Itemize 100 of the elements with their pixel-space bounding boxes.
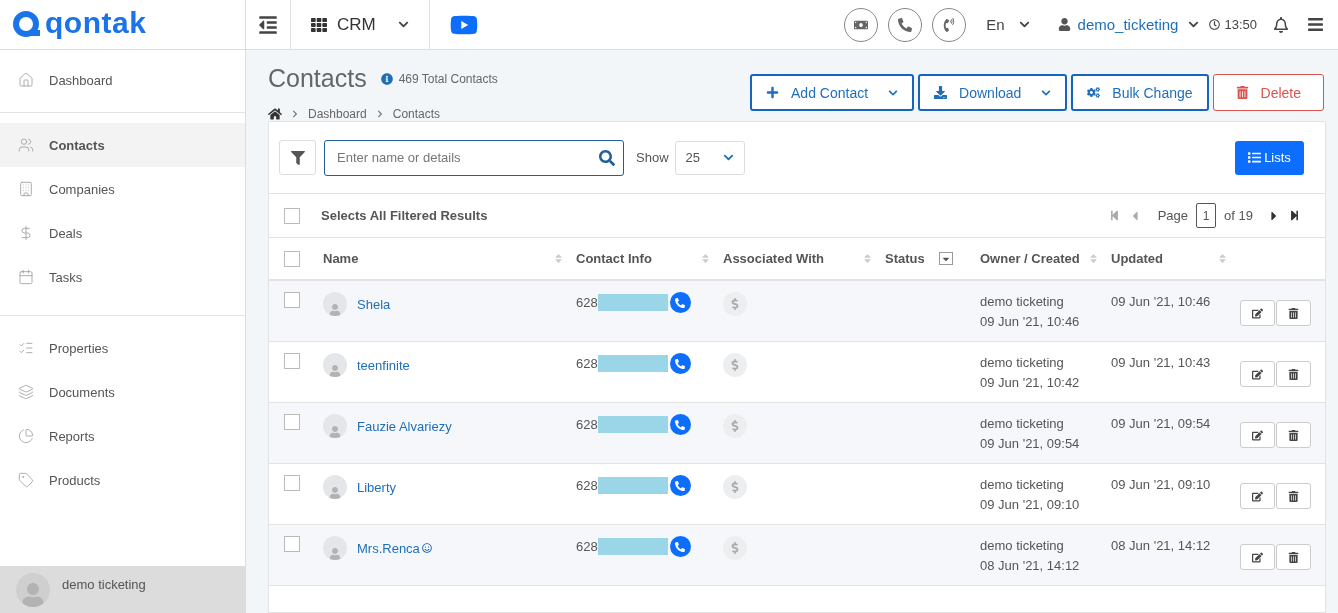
download-icon — [934, 86, 948, 99]
call-button[interactable] — [669, 475, 691, 496]
redaction-bar — [597, 538, 668, 555]
sidebar-item[interactable]: Reports — [0, 414, 245, 458]
call-button[interactable] — [669, 292, 691, 313]
layers-icon — [18, 384, 34, 400]
page-count: of 19 — [1224, 208, 1253, 223]
people-icon — [18, 137, 34, 153]
list-icon — [18, 340, 34, 356]
sidebar-item[interactable]: Products — [0, 458, 245, 502]
dropdown-icon[interactable] — [938, 252, 953, 265]
delete-row-button[interactable] — [1276, 422, 1311, 448]
edit-button[interactable] — [1240, 300, 1275, 326]
edit-button[interactable] — [1240, 422, 1275, 448]
menu-icon[interactable] — [1307, 16, 1324, 33]
search-field[interactable]: Enter name or details — [324, 139, 624, 176]
checkbox[interactable] — [284, 536, 300, 552]
checkbox[interactable] — [284, 353, 300, 369]
delete-row-button[interactable] — [1276, 544, 1311, 570]
phone-icon[interactable] — [888, 7, 923, 42]
action-button[interactable]: Download — [918, 74, 1068, 111]
delete-row-button[interactable] — [1276, 361, 1311, 387]
sidebar-item[interactable]: Dashboard — [0, 62, 245, 98]
avatar-icon — [323, 536, 347, 560]
action-button[interactable]: Add Contact — [750, 74, 915, 111]
sidebar-item[interactable]: Companies — [0, 167, 245, 211]
edit-button[interactable] — [1240, 544, 1275, 570]
edit-button[interactable] — [1240, 483, 1275, 509]
sidebar-item[interactable]: Contacts — [0, 123, 245, 167]
created-date: 09 Jun '21, 10:46 — [980, 313, 1081, 331]
phone-number: 628 — [576, 356, 598, 371]
breadcrumb-item[interactable]: Dashboard — [308, 107, 367, 121]
checkbox[interactable] — [284, 292, 300, 308]
plus-icon — [766, 86, 780, 99]
call-button[interactable] — [669, 353, 691, 374]
contact-name[interactable]: Fauzie Alvariezy — [357, 418, 452, 434]
filter-icon — [290, 150, 305, 165]
sidebar-toggle-icon[interactable] — [258, 14, 278, 35]
action-button[interactable]: Bulk Change — [1071, 74, 1209, 111]
column-header: Updated — [1111, 251, 1163, 266]
redaction-bar — [597, 477, 668, 494]
tag-icon — [18, 472, 34, 488]
bell-icon[interactable] — [1273, 16, 1289, 33]
trash-icon — [1288, 551, 1299, 563]
breadcrumb-item[interactable]: Contacts — [392, 107, 441, 121]
contact-name[interactable]: Mrs.Renca — [357, 540, 420, 556]
redaction-bar — [597, 294, 668, 311]
delete-button[interactable]: Delete — [1212, 74, 1324, 111]
page-size-select[interactable]: 25 — [674, 140, 745, 175]
call-list-icon[interactable] — [932, 7, 967, 42]
page-title: Contacts — [268, 64, 367, 93]
phone-icon — [675, 541, 686, 552]
filter-button[interactable] — [279, 140, 316, 175]
home-icon — [18, 72, 34, 88]
chevron-right-icon — [291, 110, 299, 118]
gears-icon — [1087, 86, 1101, 99]
column-header: Contact Info — [576, 251, 652, 266]
phone-icon — [675, 358, 686, 369]
language-select[interactable]: En — [986, 16, 1030, 33]
first-page-icon[interactable] — [1108, 210, 1120, 221]
chevron-down-icon — [397, 19, 409, 30]
lists-button[interactable]: Lists — [1235, 140, 1304, 175]
money-icon[interactable] — [844, 7, 879, 42]
delete-row-button[interactable] — [1276, 483, 1311, 509]
sidebar-item[interactable]: Deals — [0, 211, 245, 255]
sidebar-item[interactable]: Documents — [0, 370, 245, 414]
column-header: Status — [885, 251, 925, 266]
delete-row-button[interactable] — [1276, 300, 1311, 326]
contact-name[interactable]: Liberty — [357, 479, 397, 495]
dollar-icon — [18, 225, 34, 241]
last-page-icon[interactable] — [1289, 210, 1300, 221]
contact-name[interactable]: teenfinite — [357, 357, 410, 373]
contact-name[interactable]: Shela — [357, 296, 391, 312]
chevron-down-icon — [722, 152, 734, 163]
checkbox[interactable] — [284, 250, 300, 267]
owner-name: demo ticketing — [980, 293, 1065, 311]
page-number-field[interactable]: 1 — [1196, 203, 1217, 228]
created-date: 09 Jun '21, 10:42 — [980, 374, 1081, 392]
grid-icon — [311, 16, 327, 33]
page-label: Page — [1157, 208, 1189, 223]
app-switcher[interactable]: CRM — [337, 14, 376, 35]
logo-text: qontak — [45, 5, 147, 40]
edit-icon — [1252, 429, 1263, 441]
owner-name: demo ticketing — [980, 415, 1065, 433]
avatar-icon — [323, 414, 347, 438]
sidebar-item[interactable]: Tasks — [0, 255, 245, 299]
phone-icon — [675, 419, 686, 430]
sidebar-item[interactable]: Properties — [0, 326, 245, 370]
call-button[interactable] — [669, 536, 691, 557]
call-button[interactable] — [669, 414, 691, 435]
edit-button[interactable] — [1240, 361, 1275, 387]
user-menu[interactable]: demo_ticketing — [1077, 16, 1179, 33]
logo-mark-icon — [12, 9, 42, 40]
info-icon — [380, 72, 393, 85]
home-icon[interactable] — [268, 107, 282, 121]
checkbox[interactable] — [284, 414, 300, 430]
checkbox[interactable] — [284, 475, 300, 491]
checkbox[interactable] — [284, 207, 300, 224]
dollar-icon — [723, 536, 747, 560]
chevron-down-icon — [888, 87, 899, 98]
